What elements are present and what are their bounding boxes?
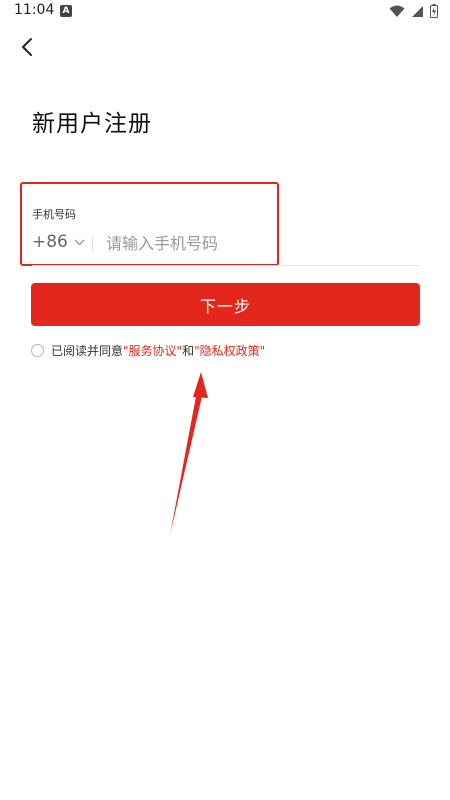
register-page: 11:04 A 新用户注册 手机号码 +86 请输入手机号码 下一步 已阅读并同… — [0, 0, 450, 800]
annotation-arrow-icon — [170, 372, 208, 535]
